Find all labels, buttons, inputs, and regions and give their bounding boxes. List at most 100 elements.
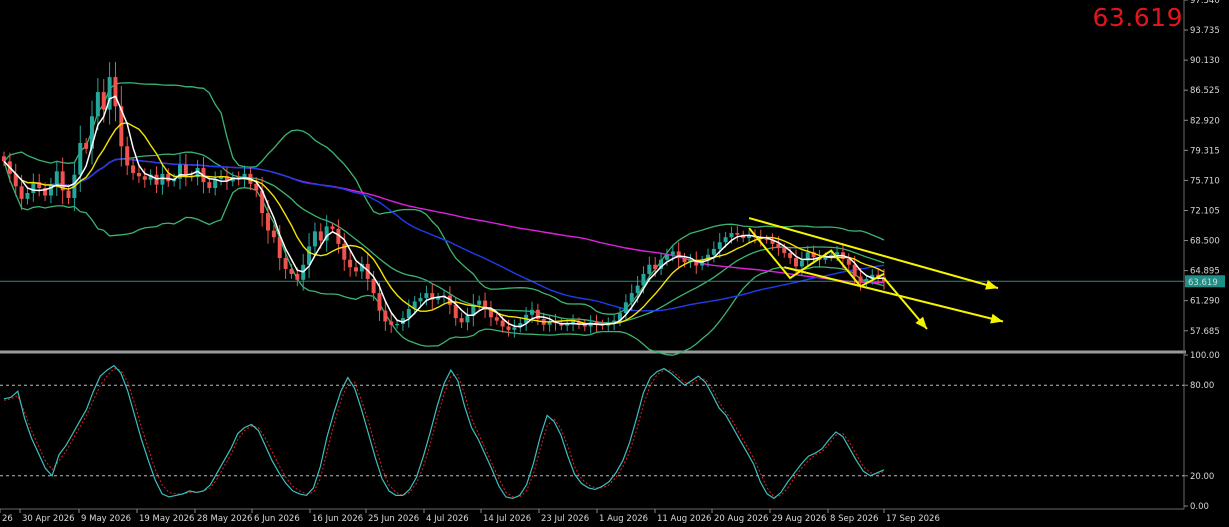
- candle-body: [266, 213, 270, 231]
- candle[interactable]: [512, 319, 517, 338]
- candle-body: [377, 293, 382, 311]
- candle[interactable]: [31, 173, 36, 202]
- time-tick-label: 1 Aug 2026: [599, 514, 648, 524]
- candle[interactable]: [735, 226, 740, 242]
- candle[interactable]: [154, 166, 159, 194]
- candle[interactable]: [535, 303, 540, 326]
- candle-body: [794, 258, 798, 267]
- candle-body: [277, 237, 282, 259]
- candle[interactable]: [494, 313, 499, 325]
- candle-body: [207, 182, 212, 189]
- candle-body: [623, 302, 628, 314]
- candle-body: [418, 298, 423, 302]
- candle-body: [154, 174, 159, 185]
- candle[interactable]: [242, 165, 247, 188]
- candle[interactable]: [694, 251, 699, 274]
- time-tick-label: 14 Jul 2026: [483, 514, 531, 524]
- candle[interactable]: [582, 319, 587, 332]
- trend-arrow-projection[interactable]: [883, 277, 928, 330]
- candle-body: [25, 193, 30, 199]
- candle[interactable]: [747, 230, 752, 244]
- price-tick-label: 90.130: [1190, 56, 1220, 66]
- candle-body: [788, 253, 793, 259]
- candle[interactable]: [389, 313, 394, 333]
- candle[interactable]: [54, 160, 59, 197]
- bollinger-lower: [3, 161, 885, 356]
- candle[interactable]: [571, 314, 576, 332]
- candle-body: [389, 321, 394, 325]
- time-tick-label: 29 Aug 2026: [772, 514, 826, 524]
- trend-arrow-shaft: [784, 266, 1004, 323]
- candle[interactable]: [547, 314, 552, 332]
- stochastic-tick-label: 0.00: [1190, 502, 1209, 512]
- candle[interactable]: [348, 250, 353, 277]
- candle[interactable]: [764, 235, 769, 244]
- candle[interactable]: [37, 173, 42, 197]
- stochastic-axis: 100.00 80.00 20.00 0.00: [1184, 351, 1220, 512]
- candle-body: [477, 300, 482, 305]
- stochastic-pane[interactable]: [0, 364, 1184, 500]
- candle[interactable]: [465, 307, 470, 331]
- candle[interactable]: [289, 264, 294, 279]
- candle[interactable]: [717, 232, 722, 259]
- candle[interactable]: [48, 177, 53, 204]
- candle[interactable]: [307, 233, 312, 279]
- candle[interactable]: [90, 100, 94, 165]
- candle[interactable]: [136, 166, 141, 184]
- candle-body: [424, 293, 429, 299]
- candle-body: [647, 264, 652, 274]
- candle[interactable]: [60, 157, 65, 205]
- candle[interactable]: [659, 253, 664, 276]
- price-tick-label: 93.735: [1190, 26, 1220, 36]
- candle[interactable]: [25, 187, 30, 205]
- candle-body: [635, 285, 640, 294]
- candle[interactable]: [488, 300, 493, 327]
- candle[interactable]: [459, 312, 464, 329]
- candle[interactable]: [119, 85, 124, 167]
- candle[interactable]: [213, 171, 218, 196]
- candle[interactable]: [676, 242, 681, 268]
- candle-body: [383, 310, 388, 322]
- chart-canvas[interactable]: 97.340 93.735 90.130 86.525 82.920 79.315 75.7…: [0, 0, 1229, 527]
- candle-body: [371, 278, 376, 294]
- candle[interactable]: [805, 245, 810, 268]
- current-price-display: 63.619: [1092, 3, 1183, 32]
- candle[interactable]: [84, 138, 89, 154]
- candle[interactable]: [125, 136, 130, 176]
- candle[interactable]: [312, 222, 317, 256]
- price-tick-label: 68.500: [1190, 237, 1220, 247]
- candle-body: [682, 258, 687, 263]
- candle[interactable]: [183, 153, 188, 187]
- candle-body: [530, 309, 534, 315]
- candle[interactable]: [131, 158, 136, 180]
- candle[interactable]: [66, 184, 71, 205]
- time-tick-label: 25 Jun 2026: [368, 514, 419, 524]
- candle-body: [95, 92, 100, 117]
- time-tick-label: 19 May 2026: [139, 514, 194, 524]
- candle[interactable]: [219, 169, 224, 186]
- candle[interactable]: [711, 241, 716, 263]
- candle-body: [729, 233, 734, 238]
- time-axis: 26 30 Apr 2026 9 May 2026 19 May 2026 28 May…: [0, 509, 940, 524]
- candle[interactable]: [354, 262, 358, 277]
- candle[interactable]: [436, 292, 441, 305]
- candle[interactable]: [700, 255, 705, 271]
- candle[interactable]: [107, 62, 112, 125]
- candle[interactable]: [113, 61, 118, 122]
- candle[interactable]: [483, 292, 488, 318]
- candle[interactable]: [383, 301, 388, 331]
- stochastic-tick-label: 20.00: [1190, 472, 1214, 482]
- stochastic-tick-label: 100.00: [1190, 351, 1220, 361]
- price-pane[interactable]: [0, 0, 1186, 510]
- candle[interactable]: [471, 294, 476, 327]
- trend-arrow-lower[interactable]: [784, 266, 1004, 324]
- candle[interactable]: [477, 295, 482, 310]
- candle-body: [629, 293, 634, 303]
- time-tick-label: 6 Jun 2026: [254, 514, 300, 524]
- candle[interactable]: [430, 283, 435, 310]
- trading-chart-window: 97.340 93.735 90.130 86.525 82.920 79.315 75.7…: [0, 0, 1229, 527]
- candle[interactable]: [160, 163, 165, 195]
- candle[interactable]: [178, 154, 182, 190]
- candle[interactable]: [846, 253, 851, 271]
- time-tick-label: 20 Aug 2026: [714, 514, 768, 524]
